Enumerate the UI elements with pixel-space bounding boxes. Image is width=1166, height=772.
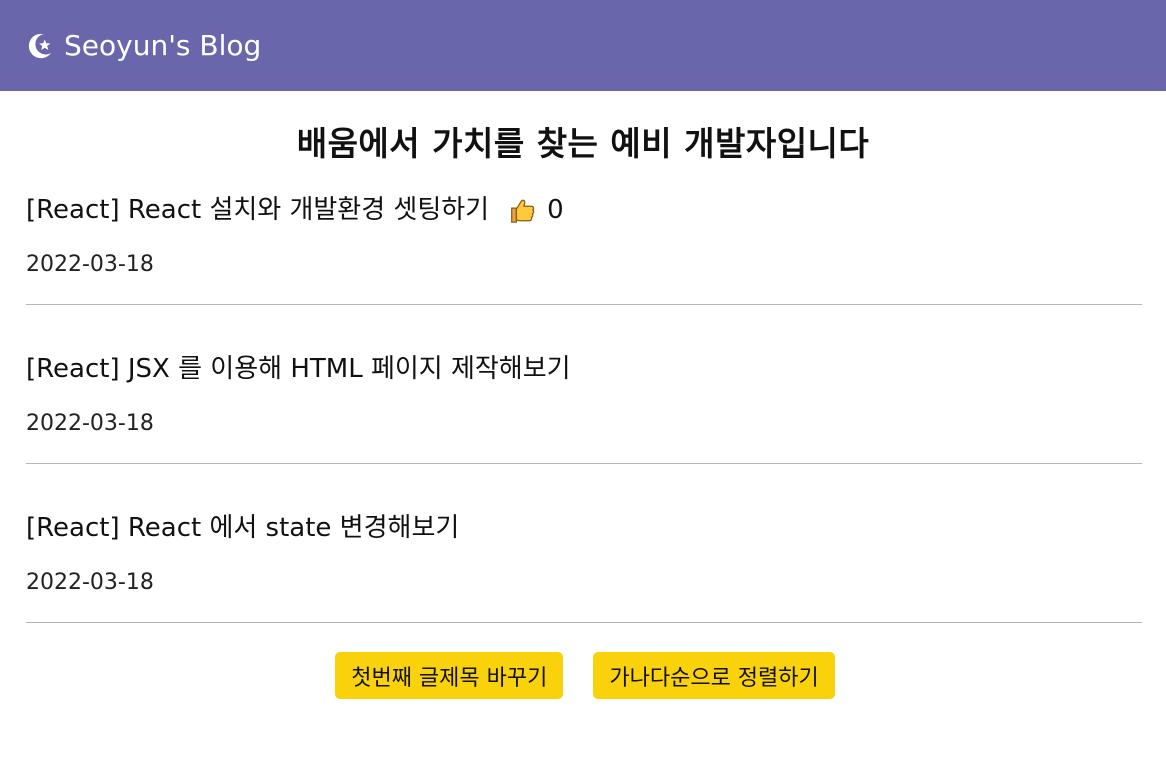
change-title-button[interactable]: 첫번째 글제목 바꾸기 xyxy=(335,652,564,699)
post-title[interactable]: [React] React 설치와 개발환경 셋팅하기 0 xyxy=(26,192,1142,228)
sort-button[interactable]: 가나다순으로 정렬하기 xyxy=(593,652,835,699)
page-headline: 배움에서 가치를 찾는 예비 개발자입니다 xyxy=(296,124,870,163)
moon-star-icon xyxy=(28,33,56,58)
post-title-text: [React] JSX 를 이용해 HTML 페이지 제작해보기 xyxy=(26,354,571,384)
blog-logo[interactable]: Seoyun's Blog xyxy=(26,29,261,62)
list-item: [React] React 에서 state 변경해보기 2022-03-18 xyxy=(26,464,1142,623)
like-count: 0 xyxy=(547,195,564,225)
thumbs-up-icon xyxy=(511,199,535,223)
post-date: 2022-03-18 xyxy=(26,570,154,595)
post-date: 2022-03-18 xyxy=(26,252,154,277)
post-title-text: [React] React 설치와 개발환경 셋팅하기 xyxy=(26,195,490,225)
post-date: 2022-03-18 xyxy=(26,411,154,436)
action-buttons: 첫번째 글제목 바꾸기 가나다순으로 정렬하기 xyxy=(0,652,1166,699)
list-item: [React] JSX 를 이용해 HTML 페이지 제작해보기 2022-03… xyxy=(26,305,1142,464)
post-title[interactable]: [React] JSX 를 이용해 HTML 페이지 제작해보기 xyxy=(26,351,1142,387)
list-item: [React] React 설치와 개발환경 셋팅하기 0 2022-03-18 xyxy=(26,167,1142,305)
navbar: Seoyun's Blog xyxy=(0,0,1166,91)
post-list: [React] React 설치와 개발환경 셋팅하기 0 2022-03-18… xyxy=(26,167,1142,623)
post-title-text: [React] React 에서 state 변경해보기 xyxy=(26,513,460,543)
like-button[interactable]: 0 xyxy=(507,192,564,228)
post-title[interactable]: [React] React 에서 state 변경해보기 xyxy=(26,510,1142,546)
blog-title: Seoyun's Blog xyxy=(64,29,262,62)
